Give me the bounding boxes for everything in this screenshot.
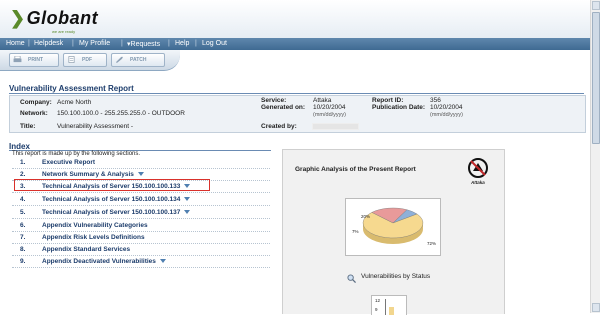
index-item-label[interactable]: Appendix Risk Levels Definitions	[42, 234, 145, 241]
index-item-divider	[12, 218, 270, 219]
scroll-thumb[interactable]	[592, 12, 600, 144]
index-item-divider	[12, 267, 270, 268]
service-label: Service:	[261, 97, 287, 104]
nav-helpdesk[interactable]: Helpdesk	[34, 40, 63, 47]
nav-home[interactable]: Home	[6, 40, 25, 47]
index-item-divider	[12, 255, 270, 256]
title-label: Title:	[20, 123, 36, 130]
scroll-down-arrow-icon[interactable]	[592, 303, 600, 312]
printer-icon	[13, 56, 22, 63]
generated-label: Generated on:	[261, 104, 306, 111]
nav-my-profile[interactable]: My Profile	[79, 40, 110, 47]
index-item-label[interactable]: Technical Analysis of Server 150.100.100…	[42, 196, 191, 203]
bar-chart-preview: 12 9	[371, 295, 407, 315]
index-item-number: 9.	[20, 258, 26, 265]
company-label: Company:	[20, 99, 52, 106]
panel-title: Graphic Analysis of the Present Report	[295, 166, 416, 173]
dropdown-arrow-icon[interactable]	[184, 197, 191, 202]
logo-tagline: we are ready	[52, 29, 76, 34]
created-by-value	[312, 123, 359, 130]
generated-value: 10/20/2004	[313, 104, 346, 111]
dropdown-arrow-icon[interactable]	[159, 259, 166, 264]
bar-label-9: 9	[375, 307, 378, 312]
graphic-analysis-panel: Graphic Analysis of the Present Report A…	[282, 149, 505, 315]
index-item-label[interactable]: Network Summary & Analysis	[42, 171, 144, 178]
index-intro: This report is made up by the following …	[12, 151, 141, 157]
vertical-scrollbar[interactable]	[590, 0, 600, 313]
generated-hint: (mm/dd/yyyy)	[313, 112, 346, 118]
vulnerabilities-by-status-label[interactable]: Vulnerabilities by Status	[361, 273, 430, 280]
index-item-number: 5.	[20, 209, 26, 216]
index-item-label[interactable]: Appendix Standard Services	[42, 246, 130, 253]
header: ❯Globant we are ready	[0, 0, 590, 38]
nav-help[interactable]: Help	[175, 40, 189, 47]
bar-label-12: 12	[375, 298, 381, 303]
index-item-label[interactable]: Technical Analysis of Server 150.100.100…	[42, 209, 191, 216]
nav-logout[interactable]: Log Out	[202, 40, 227, 47]
publication-date-label: Publication Date:	[372, 104, 426, 111]
nav-requests[interactable]: ▾Requests	[127, 40, 160, 48]
title-divider	[9, 93, 584, 94]
report-toolbar: PRINT PDF PATCH	[0, 50, 180, 71]
globant-logo[interactable]: ❯Globant	[10, 8, 98, 29]
magnifier-icon[interactable]	[347, 274, 356, 283]
attaka-label: Attaka	[471, 180, 485, 185]
index-item-label[interactable]: Appendix Vulnerability Categories	[42, 222, 148, 229]
dropdown-arrow-icon[interactable]	[184, 210, 191, 215]
company-value: Acme North	[57, 99, 92, 106]
pie-label-20: 20%	[361, 214, 371, 219]
report-id-label: Report ID:	[372, 97, 404, 104]
network-value: 150.100.100.0 - 255.255.255.0 - OUTDOOR	[57, 110, 185, 117]
title-value: Vulnerability Assessment -	[57, 123, 133, 130]
print-button[interactable]: PRINT	[9, 53, 59, 67]
index-item-divider	[12, 168, 270, 169]
main-nav: Home | Helpdesk | My Profile | ▾Requests…	[0, 38, 590, 50]
highlight-box	[14, 179, 210, 191]
index-item-label[interactable]: Appendix Deactivated Vulnerabilities	[42, 258, 166, 265]
wrench-icon	[116, 56, 123, 63]
dropdown-arrow-icon[interactable]	[137, 172, 144, 177]
status-pie-chart: 20% 7% 72%	[345, 198, 441, 256]
pdf-button[interactable]: PDF	[63, 53, 107, 67]
publication-date-value: 10/20/2004	[430, 104, 463, 111]
patch-button[interactable]: PATCH	[111, 53, 165, 67]
document-icon	[68, 56, 75, 63]
publication-date-hint: (mm/dd/yyyy)	[430, 112, 463, 118]
index-item-divider	[12, 205, 270, 206]
index-item-number: 8.	[20, 246, 26, 253]
index-item-divider	[12, 243, 270, 244]
index-item-number: 2.	[20, 171, 26, 178]
created-by-label: Created by:	[261, 123, 297, 130]
index-item-label[interactable]: Executive Report	[42, 159, 95, 166]
pie-label-72: 72%	[427, 241, 437, 246]
network-label: Network:	[20, 110, 48, 117]
index-item-number: 6.	[20, 222, 26, 229]
index-item-divider	[12, 192, 270, 193]
bar-mark	[389, 307, 394, 315]
index-item-number: 4.	[20, 196, 26, 203]
report-title: Vulnerability Assessment Report	[9, 84, 134, 93]
report-id-value: 356	[430, 97, 441, 104]
chevron-logo-icon: ❯	[10, 8, 26, 28]
pie-label-7: 7%	[352, 229, 359, 234]
index-item-divider	[12, 231, 270, 232]
index-item-number: 7.	[20, 234, 26, 241]
index-item-number: 1.	[20, 159, 26, 166]
report-info-box: Company: Acme North Network: 150.100.100…	[9, 95, 586, 133]
service-value: Attaka	[313, 97, 332, 104]
scroll-up-arrow-icon[interactable]	[592, 1, 600, 10]
